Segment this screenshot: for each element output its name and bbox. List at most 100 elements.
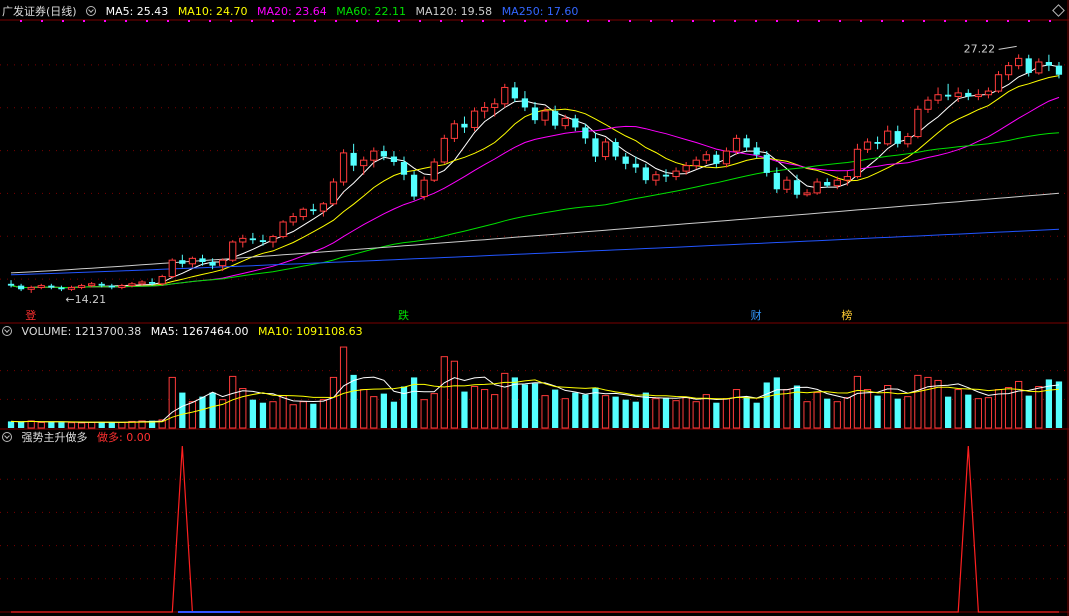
top-dot — [566, 20, 568, 22]
ma20-label: MA20: 23.64 — [257, 5, 327, 18]
candle — [450, 120, 459, 142]
candle-body — [199, 258, 206, 262]
candle-body — [632, 163, 639, 168]
volume-bar — [390, 401, 398, 428]
candle-body — [360, 159, 368, 167]
candle — [803, 189, 811, 197]
volume-bar — [249, 399, 256, 428]
candle-body — [98, 283, 105, 286]
candlestick-series[interactable] — [7, 54, 1063, 293]
candle-body — [863, 141, 872, 150]
price-annotation: ←14.21 — [65, 293, 106, 306]
candle-body — [420, 179, 428, 198]
top-dot — [440, 20, 442, 22]
top-dot — [83, 20, 85, 22]
candle-body — [269, 236, 277, 243]
volume-bar — [269, 401, 277, 429]
candle-body — [592, 138, 599, 157]
candle — [67, 285, 76, 291]
volume-bar — [48, 421, 55, 428]
candle-body — [994, 74, 1003, 92]
top-dot — [230, 20, 232, 22]
top-dot — [419, 20, 421, 22]
candle — [511, 82, 518, 102]
volume-bar — [803, 401, 811, 429]
candle-body — [188, 257, 197, 265]
volume-bar — [662, 397, 670, 428]
candle-body — [843, 176, 851, 181]
candle — [48, 283, 55, 290]
volume-bar — [1035, 386, 1043, 429]
candle — [763, 151, 770, 177]
volume-bar — [692, 401, 700, 429]
candle — [863, 138, 872, 153]
candle — [491, 98, 499, 117]
top-dot — [41, 20, 43, 22]
candle — [470, 107, 479, 132]
volume-header: VOLUME: 1213700.38 MA5: 1267464.00 MA10:… — [2, 324, 369, 340]
candle-body — [7, 283, 15, 286]
volume-bar — [7, 421, 15, 428]
candle-body — [1045, 62, 1053, 66]
expand-icon[interactable] — [2, 432, 12, 442]
top-dot — [713, 20, 715, 22]
volume-bar — [491, 394, 499, 429]
candle-body — [118, 285, 126, 288]
candle-body — [662, 174, 670, 177]
candle — [601, 138, 610, 161]
candle — [37, 283, 45, 290]
candle — [824, 178, 831, 188]
candle — [874, 136, 881, 150]
top-dot — [167, 20, 169, 22]
volume-bar — [470, 386, 479, 429]
candle — [310, 203, 317, 215]
candle-body — [259, 240, 267, 242]
volume-bar — [965, 394, 972, 428]
top-dot — [104, 20, 106, 22]
top-dot — [776, 20, 778, 22]
candle — [914, 105, 922, 139]
volume-bar — [188, 401, 197, 429]
top-dot — [503, 20, 505, 22]
volume-bars[interactable] — [7, 346, 1063, 429]
candle — [853, 143, 862, 179]
candle — [229, 240, 237, 262]
top-dot — [125, 20, 127, 22]
top-dot — [20, 20, 22, 22]
volume-bar — [88, 421, 96, 429]
candle — [1045, 54, 1053, 72]
volume-bar — [27, 420, 35, 429]
candle-body — [48, 285, 55, 288]
candle-body — [239, 237, 247, 243]
candle-body — [1035, 61, 1043, 74]
candle-body — [965, 92, 972, 97]
candle — [339, 149, 348, 186]
volume-bar — [329, 376, 338, 429]
candle — [552, 105, 559, 130]
candle — [77, 283, 86, 290]
price-header: 广发证券(日线) MA5: 25.43 MA10: 24.70 MA20: 23… — [2, 4, 584, 20]
ma120-label: MA120: 19.58 — [415, 5, 493, 18]
indicator-title: 强势主升做多 — [21, 431, 88, 444]
volume-bar — [722, 398, 731, 429]
candle — [168, 258, 176, 279]
volume-bar — [279, 395, 287, 429]
candle-body — [310, 209, 317, 212]
volume-bar — [974, 398, 982, 429]
volume-bar — [1015, 380, 1023, 429]
expand-icon[interactable] — [86, 6, 97, 16]
candle — [58, 285, 65, 292]
top-dot — [398, 20, 400, 22]
volume-bar — [984, 397, 993, 429]
top-dot — [524, 20, 526, 22]
volume-bar — [380, 393, 387, 428]
expand-icon[interactable] — [2, 326, 12, 336]
candle-body — [783, 179, 791, 190]
volume-bar — [743, 396, 750, 428]
candle-body — [27, 286, 35, 290]
candle-body — [954, 92, 962, 98]
volume-bar — [531, 383, 539, 428]
candle-body — [108, 285, 115, 288]
candle — [994, 71, 1003, 93]
ma-line-ma60 — [10, 132, 1060, 288]
